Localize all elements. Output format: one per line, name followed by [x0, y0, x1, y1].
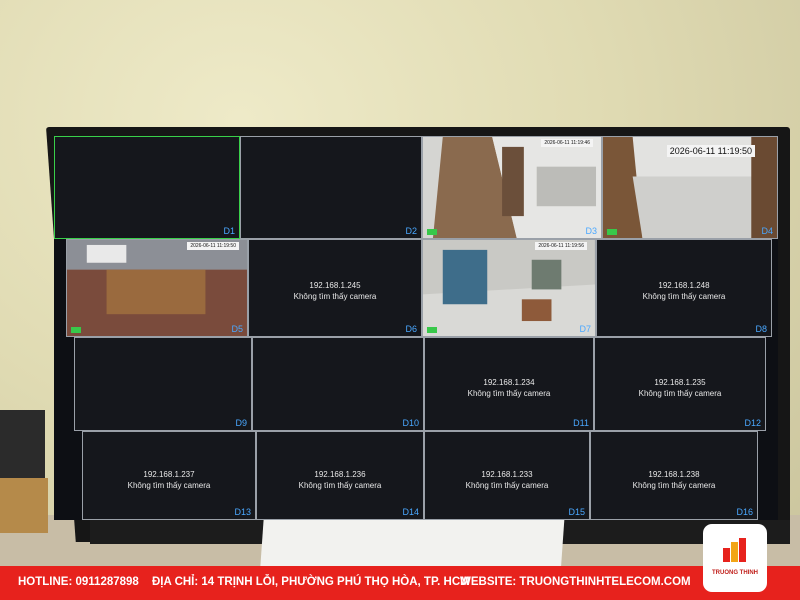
camera-cell-d11[interactable]: 192.168.1.234 Không tìm thấy camera D11	[424, 337, 594, 431]
website-link[interactable]: WEBSITE: TRUONGTHINHTELECOM.COM	[460, 576, 691, 588]
camera-cell-d15[interactable]: 192.168.1.233 Không tìm thấy camera D15	[424, 431, 590, 520]
camera-status: Không tìm thấy camera	[642, 292, 726, 302]
camera-cell-d3[interactable]: 2026-06-11 11:19:46 D3	[422, 136, 602, 239]
ipc-icon	[607, 229, 617, 235]
camera-timestamp: 2026-06-11 11:19:56	[535, 242, 587, 250]
camera-label: D8	[755, 324, 767, 334]
ipc-icon	[427, 229, 437, 235]
camera-status: Không tìm thấy camera	[298, 480, 382, 490]
camera-status: Không tìm thấy camera	[293, 292, 377, 302]
brand-logo: TRUONG THINH	[703, 524, 767, 592]
camera-label: D2	[405, 226, 417, 236]
camera-feed-hallway	[423, 137, 601, 238]
hotline-text[interactable]: HOTLINE: 0911287898	[18, 576, 139, 588]
camera-cell-d10[interactable]: D10	[252, 337, 424, 431]
camera-ip: 192.168.1.235	[654, 377, 706, 387]
camera-status: Không tìm thấy camera	[465, 480, 549, 490]
ipc-icon	[71, 327, 81, 333]
nvr-screen: D1 D2 2026-06-11 11:19:46 D3 2026-06-11 …	[54, 136, 778, 520]
camera-ip: 192.168.1.236	[314, 469, 366, 479]
camera-label: D4	[761, 226, 773, 236]
camera-cell-d8[interactable]: 192.168.1.248 Không tìm thấy camera D8	[596, 239, 772, 337]
camera-label: D11	[573, 418, 589, 428]
camera-cell-d6[interactable]: 192.168.1.245 Không tìm thấy camera D6	[248, 239, 422, 337]
camera-ip: 192.168.1.245	[309, 281, 361, 291]
brand-name: TRUONG THINH	[712, 570, 758, 576]
camera-ip: 192.168.1.237	[143, 469, 195, 479]
camera-label: D10	[402, 418, 419, 428]
camera-feed-classroom	[67, 240, 247, 336]
camera-cell-d2[interactable]: D2	[240, 136, 422, 239]
camera-timestamp: 2026-06-11 11:19:50	[187, 242, 239, 250]
camera-label: D15	[568, 507, 585, 517]
camera-label: D3	[585, 226, 597, 236]
camera-timestamp: 2026-06-11 11:19:46	[541, 139, 593, 147]
pen-box	[0, 478, 48, 533]
camera-ip: 192.168.1.233	[481, 469, 533, 479]
camera-status: Không tìm thấy camera	[127, 480, 211, 490]
camera-label: D9	[235, 418, 247, 428]
camera-ip: 192.168.1.234	[483, 377, 535, 387]
address-text: ĐỊA CHỈ: 14 TRỊNH LỖI, PHƯỜNG PHÚ THỌ HÒ…	[152, 576, 470, 588]
camera-ip: 192.168.1.248	[658, 281, 710, 291]
camera-cell-d12[interactable]: 192.168.1.235 Không tìm thấy camera D12	[594, 337, 766, 431]
camera-feed-storage	[423, 240, 595, 336]
camera-label: D5	[231, 324, 243, 334]
camera-ip: 192.168.1.238	[648, 469, 700, 479]
brand-mark-icon	[723, 538, 746, 562]
camera-status: Không tìm thấy camera	[638, 388, 722, 398]
contact-footer-banner: HOTLINE: 0911287898 ĐỊA CHỈ: 14 TRỊNH LỖ…	[0, 566, 800, 600]
camera-cell-d13[interactable]: 192.168.1.237 Không tìm thấy camera D13	[82, 431, 256, 520]
camera-cell-d1[interactable]: D1	[54, 136, 240, 239]
camera-status: Không tìm thấy camera	[632, 480, 716, 490]
camera-label: D6	[405, 324, 417, 334]
camera-label: D12	[744, 418, 761, 428]
camera-cell-d9[interactable]: D9	[74, 337, 252, 431]
camera-cell-d4[interactable]: 2026-06-11 11:19:50 D4	[602, 136, 778, 239]
camera-cell-d5[interactable]: 2026-06-11 11:19:50 D5	[66, 239, 248, 337]
camera-status: Không tìm thấy camera	[467, 388, 551, 398]
camera-label: D1	[223, 226, 235, 236]
camera-cell-d14[interactable]: 192.168.1.236 Không tìm thấy camera D14	[256, 431, 424, 520]
camera-cell-d16[interactable]: 192.168.1.238 Không tìm thấy camera D16	[590, 431, 758, 520]
camera-label: D7	[579, 324, 591, 334]
camera-cell-d7[interactable]: 2026-06-11 11:19:56 D7	[422, 239, 596, 337]
camera-label: D16	[736, 507, 753, 517]
camera-label: D14	[402, 507, 419, 517]
camera-label: D13	[234, 507, 251, 517]
ipc-icon	[427, 327, 437, 333]
camera-timestamp: 2026-06-11 11:19:50	[666, 145, 755, 157]
